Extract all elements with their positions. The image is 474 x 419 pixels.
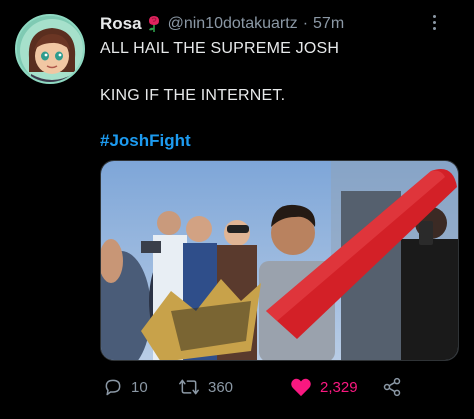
like-count: 2,329 bbox=[320, 378, 358, 396]
more-vertical-icon[interactable] bbox=[424, 12, 444, 32]
tweet-media-photo[interactable] bbox=[100, 160, 459, 361]
tweet-action-bar: 10 360 2,329 bbox=[100, 374, 460, 400]
like-button[interactable]: 2,329 bbox=[290, 374, 358, 400]
heart-filled-icon bbox=[291, 378, 311, 397]
avatar[interactable] bbox=[15, 14, 85, 84]
share-button[interactable] bbox=[382, 374, 402, 400]
retweet-button[interactable]: 360 bbox=[178, 374, 233, 400]
reply-button[interactable]: 10 bbox=[103, 374, 148, 400]
display-name[interactable]: Rosa bbox=[100, 14, 142, 34]
rose-emoji-icon bbox=[146, 15, 162, 33]
header-separator: · bbox=[302, 15, 309, 32]
timestamp[interactable]: 57m bbox=[313, 15, 344, 33]
hashtag-link[interactable]: #JoshFight bbox=[100, 131, 191, 151]
tweet-header: Rosa @nin10dotakuartz · 57m bbox=[100, 12, 344, 36]
avatar-illustration bbox=[17, 16, 83, 82]
tweet-text-line-1: ALL HAIL THE SUPREME JOSH bbox=[100, 40, 340, 57]
share-nodes-icon bbox=[383, 377, 401, 397]
retweet-arrows-icon bbox=[179, 379, 199, 395]
retweet-count: 360 bbox=[208, 378, 234, 396]
reply-count: 10 bbox=[131, 378, 148, 396]
reply-bubble-icon bbox=[105, 379, 121, 396]
user-handle[interactable]: @nin10dotakuartz bbox=[168, 15, 298, 33]
tweet-text-line-2: KING IF THE INTERNET. bbox=[100, 87, 286, 104]
photo-crowd-illustration bbox=[101, 161, 458, 360]
